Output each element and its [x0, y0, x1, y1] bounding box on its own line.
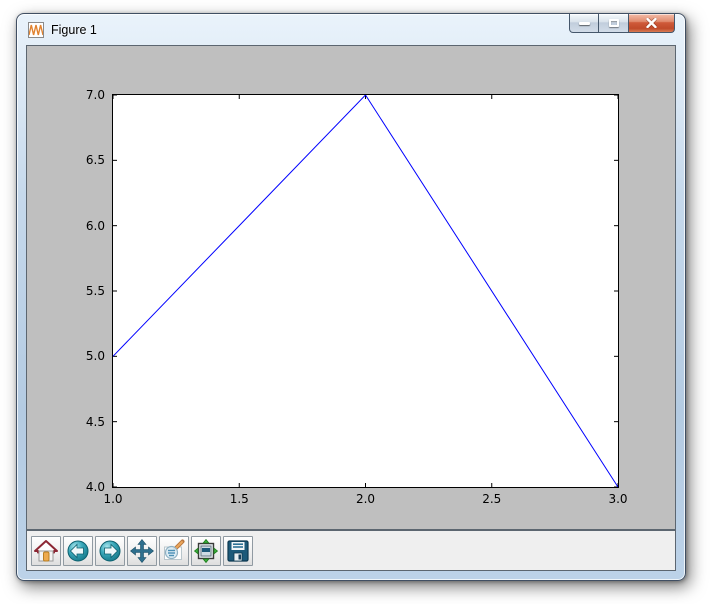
matplotlib-logo-icon: [28, 22, 44, 38]
y-tick-label: 5.0: [86, 349, 105, 363]
zoom-button[interactable]: [159, 536, 189, 566]
x-tick-label: 1.5: [230, 492, 249, 506]
configure-subplots-icon: [194, 539, 218, 563]
home-icon: [34, 539, 58, 563]
minimize-button[interactable]: [569, 14, 599, 33]
home-button[interactable]: [31, 536, 61, 566]
forward-button[interactable]: [95, 536, 125, 566]
window-title: Figure 1: [51, 23, 97, 37]
figure-window: Figure 1 1.0 1.5 2.0 2.5 3.0 4.0 4.5 5.0 5.5 6.0 6…: [16, 13, 686, 581]
close-icon: [646, 18, 657, 28]
pan-arrows-icon: [130, 539, 154, 563]
subplots-button[interactable]: [191, 536, 221, 566]
save-floppy-icon: [226, 539, 250, 563]
minimize-icon: [579, 22, 590, 25]
y-tick-label: 6.0: [86, 219, 105, 233]
zoom-rect-icon: [162, 539, 186, 563]
y-tick-label: 6.5: [86, 153, 105, 167]
y-tick-label: 4.5: [86, 415, 105, 429]
navigation-toolbar: [27, 531, 675, 570]
plot-area: [112, 94, 619, 488]
forward-arrow-icon: [98, 539, 122, 563]
window-content: 1.0 1.5 2.0 2.5 3.0 4.0 4.5 5.0 5.5 6.0 6.5 7.0: [26, 45, 676, 571]
x-tick-label: 2.5: [482, 492, 501, 506]
maximize-icon: [609, 19, 619, 27]
x-tick-label: 1.0: [103, 492, 122, 506]
figure-canvas: 1.0 1.5 2.0 2.5 3.0 4.0 4.5 5.0 5.5 6.0 6.5 7.0: [27, 46, 675, 531]
back-arrow-icon: [66, 539, 90, 563]
maximize-button[interactable]: [599, 14, 629, 33]
y-tick-label: 7.0: [86, 88, 105, 102]
window-controls: [569, 14, 675, 33]
back-button[interactable]: [63, 536, 93, 566]
pan-button[interactable]: [127, 536, 157, 566]
x-tick-label: 2.0: [356, 492, 375, 506]
close-button[interactable]: [629, 14, 675, 33]
x-tick-label: 3.0: [608, 492, 627, 506]
save-button[interactable]: [223, 536, 253, 566]
y-tick-label: 4.0: [86, 480, 105, 494]
y-tick-label: 5.5: [86, 284, 105, 298]
